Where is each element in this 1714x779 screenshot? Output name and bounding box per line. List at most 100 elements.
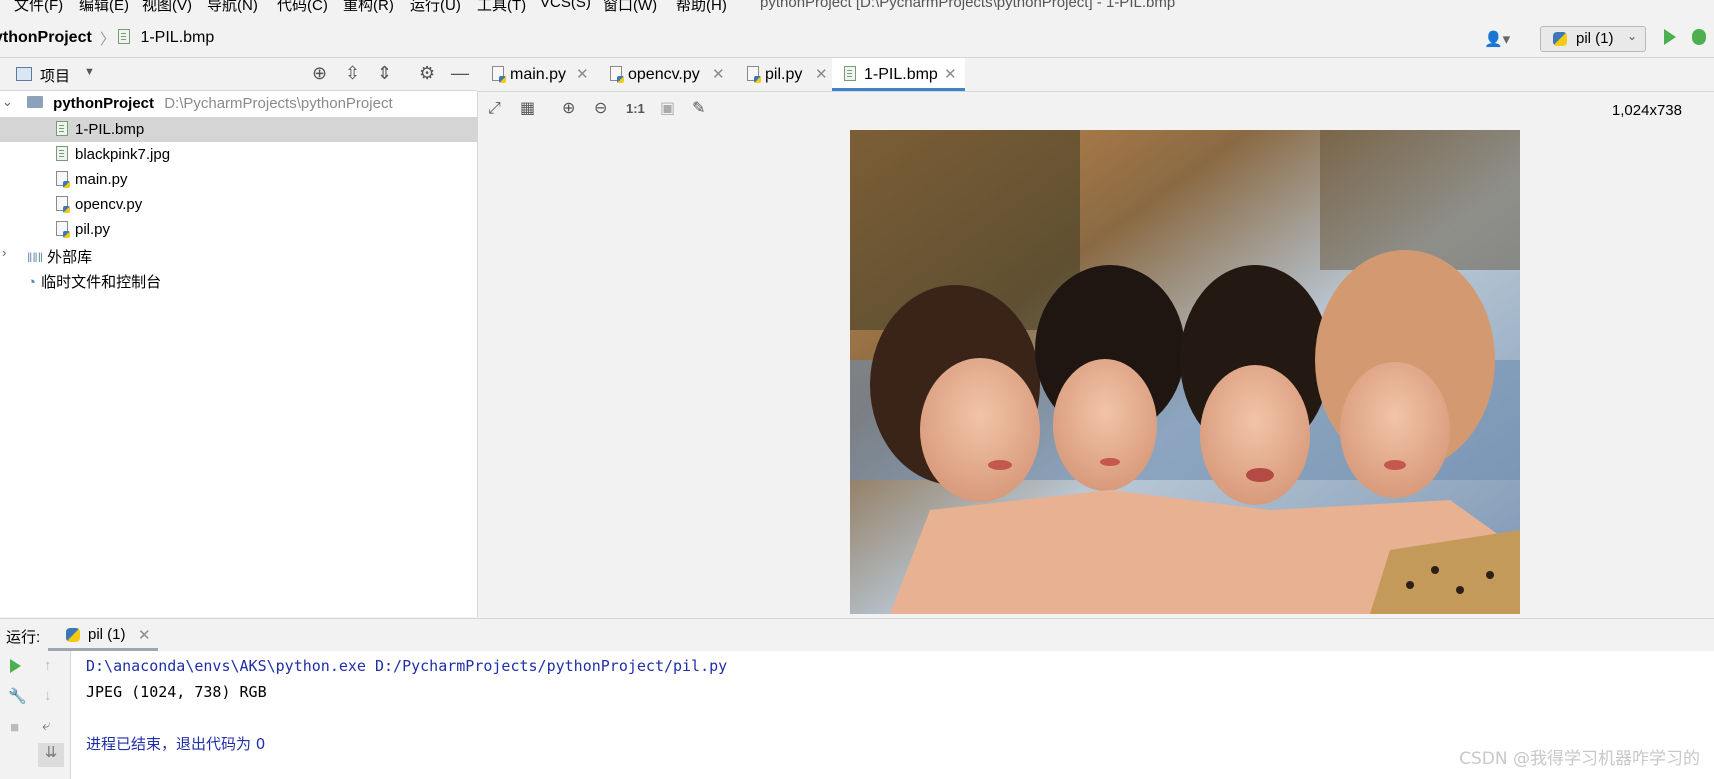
breadcrumb-file-label: 1-PIL.bmp bbox=[140, 29, 215, 46]
fit-zoom-icon[interactable]: ▣ bbox=[660, 100, 675, 118]
gear-icon[interactable]: ⚙ bbox=[419, 63, 435, 83]
image-dimensions: 1,024x738 bbox=[1611, 102, 1682, 119]
run-tab[interactable]: pil (1) ✕ bbox=[48, 619, 158, 651]
close-icon[interactable]: ✕ bbox=[576, 65, 589, 83]
menu-help[interactable]: 帮助(H) bbox=[676, 0, 727, 15]
tree-row-external-libs[interactable]: › ‖‖‖ 外部库 bbox=[0, 242, 477, 267]
scratches-icon: ◔ bbox=[27, 274, 37, 291]
file-label: blackpink7.jpg bbox=[75, 146, 171, 163]
tree-row-root[interactable]: ⌄ pythonProject D:\PycharmProjects\pytho… bbox=[0, 91, 477, 116]
run-panel-header: 运行: pil (1) ✕ bbox=[0, 618, 1714, 652]
collapse-all-icon[interactable]: ⇕ bbox=[377, 63, 392, 83]
console-line-exit: 进程已结束，退出代码为 0 bbox=[86, 735, 266, 753]
menu-bar: 文件(F) 编辑(E) 视图(V) 导航(N) 代码(C) 重构(R) 运行(U… bbox=[0, 0, 1714, 20]
image-file-icon bbox=[56, 146, 68, 161]
root-path: D:\PycharmProjects\pythonProject bbox=[164, 95, 393, 112]
project-window-icon bbox=[16, 67, 32, 81]
file-label: pil.py bbox=[75, 221, 111, 238]
zoom-out-icon[interactable]: ⊖ bbox=[594, 100, 607, 118]
menu-view[interactable]: 视图(V) bbox=[142, 0, 192, 15]
tab-main-py[interactable]: main.py ✕ bbox=[490, 58, 595, 91]
run-config-label: pil (1) bbox=[1576, 30, 1614, 47]
tab-label: 1-PIL.bmp bbox=[864, 66, 938, 83]
grid-icon[interactable]: ▦ bbox=[520, 100, 535, 118]
close-icon[interactable]: ✕ bbox=[815, 65, 828, 83]
expand-all-icon[interactable]: ⇳ bbox=[345, 63, 360, 83]
tree-row-file[interactable]: opencv.py bbox=[0, 192, 477, 217]
menu-code[interactable]: 代码(C) bbox=[277, 0, 328, 15]
tab-label: opencv.py bbox=[628, 66, 700, 83]
menu-edit[interactable]: 编辑(E) bbox=[79, 0, 129, 15]
wrench-icon[interactable]: 🔧 bbox=[8, 687, 27, 705]
menu-window[interactable]: 窗口(W) bbox=[603, 0, 657, 15]
run-panel-label: 运行: bbox=[6, 629, 41, 646]
python-file-icon bbox=[610, 66, 624, 83]
project-tree: ⌄ pythonProject D:\PycharmProjects\pytho… bbox=[0, 91, 478, 617]
soft-wrap-icon[interactable]: ⤶ bbox=[42, 717, 50, 734]
image-file-icon bbox=[56, 121, 68, 136]
scroll-to-end-icon[interactable]: ⇊ bbox=[38, 743, 64, 767]
color-picker-icon[interactable]: ✎ bbox=[692, 100, 705, 118]
folder-icon bbox=[27, 96, 43, 108]
tree-row-file[interactable]: 1-PIL.bmp bbox=[0, 117, 477, 142]
file-label: main.py bbox=[75, 171, 128, 188]
close-icon[interactable]: ✕ bbox=[712, 65, 725, 83]
tree-row-scratches[interactable]: ◔ 临时文件和控制台 bbox=[0, 267, 477, 292]
menu-navigate[interactable]: 导航(N) bbox=[207, 0, 258, 15]
rerun-icon[interactable] bbox=[10, 659, 21, 673]
zoom-in-icon[interactable]: ⊕ bbox=[562, 100, 575, 118]
tab-label: main.py bbox=[510, 66, 567, 83]
image-file-icon bbox=[844, 66, 856, 81]
fit-to-window-icon[interactable]: ⤢ bbox=[488, 100, 501, 118]
arrow-down-icon[interactable]: ↓ bbox=[44, 687, 52, 704]
console-line-output: JPEG (1024, 738) RGB bbox=[86, 683, 267, 701]
watermark: CSDN @我得学习机器咋学习的 bbox=[1459, 749, 1700, 769]
run-config-selector[interactable]: pil (1) ⌄ bbox=[1540, 26, 1646, 52]
image-toolbar: ⤢ ▦ ⊕ ⊖ 1:1 ▣ ✎ 1,024x738 bbox=[478, 92, 1714, 126]
project-panel-title[interactable]: 项目 bbox=[40, 65, 70, 86]
run-tab-label: pil (1) bbox=[88, 626, 126, 643]
run-side-toolbar: ↑ 🔧 ↓ ■ ⤶ ⇊ bbox=[0, 651, 71, 779]
menu-run[interactable]: 运行(U) bbox=[410, 0, 461, 15]
project-panel-header: 项目 ▼ ⊕ ⇳ ⇕ ⚙ — bbox=[0, 58, 477, 91]
scratches-label: 临时文件和控制台 bbox=[41, 274, 162, 291]
user-icon[interactable]: 👤▾ bbox=[1484, 30, 1510, 48]
chevron-down-icon[interactable]: ⌄ bbox=[2, 94, 13, 110]
external-libs-label: 外部库 bbox=[47, 249, 93, 266]
close-icon[interactable]: ✕ bbox=[944, 65, 957, 83]
breadcrumb-project[interactable]: ythonProject bbox=[0, 29, 92, 47]
chevron-right-icon[interactable]: › bbox=[2, 245, 6, 260]
chevron-down-icon[interactable]: ▼ bbox=[84, 66, 95, 78]
menu-file[interactable]: 文件(F) bbox=[14, 0, 63, 15]
breadcrumb-separator-icon: 〉 bbox=[100, 31, 116, 48]
navigation-bar: ythonProject 〉 1-PIL.bmp bbox=[0, 20, 1714, 58]
tab-label: pil.py bbox=[765, 66, 803, 83]
tab-opencv-py[interactable]: opencv.py ✕ bbox=[608, 58, 728, 91]
stop-icon[interactable]: ■ bbox=[10, 719, 19, 736]
arrow-up-icon[interactable]: ↑ bbox=[44, 657, 52, 674]
breadcrumb-file[interactable]: 1-PIL.bmp bbox=[118, 29, 214, 47]
image-file-icon bbox=[118, 29, 130, 44]
tab-pil-py[interactable]: pil.py ✕ bbox=[745, 58, 830, 91]
menu-tools[interactable]: 工具(T) bbox=[477, 0, 526, 15]
menu-vcs[interactable]: VCS(S) bbox=[540, 0, 591, 11]
python-file-icon bbox=[747, 66, 761, 83]
run-button[interactable] bbox=[1664, 29, 1676, 45]
window-title: pythonProject [D:\PycharmProjects\python… bbox=[760, 0, 1176, 11]
actual-size-button[interactable]: 1:1 bbox=[626, 100, 645, 118]
console-line-command: D:\anaconda\envs\AKS\python.exe D:/Pycha… bbox=[86, 657, 728, 675]
tab-1-pil-bmp[interactable]: 1-PIL.bmp ✕ bbox=[832, 58, 965, 91]
locate-icon[interactable]: ⊕ bbox=[312, 63, 327, 83]
debug-button[interactable] bbox=[1692, 29, 1706, 45]
hide-panel-icon[interactable]: — bbox=[451, 63, 469, 83]
python-file-icon bbox=[56, 221, 70, 238]
close-icon[interactable]: ✕ bbox=[138, 626, 151, 644]
tree-row-file[interactable]: pil.py bbox=[0, 217, 477, 242]
python-icon bbox=[1553, 32, 1567, 46]
tree-row-file[interactable]: main.py bbox=[0, 167, 477, 192]
menu-refactor[interactable]: 重构(R) bbox=[343, 0, 394, 15]
tree-row-file[interactable]: blackpink7.jpg bbox=[0, 142, 477, 167]
root-name: pythonProject bbox=[53, 95, 155, 112]
image-preview bbox=[850, 130, 1520, 614]
root-folder: pythonProject D:\PycharmProjects\pythonP… bbox=[27, 95, 393, 112]
